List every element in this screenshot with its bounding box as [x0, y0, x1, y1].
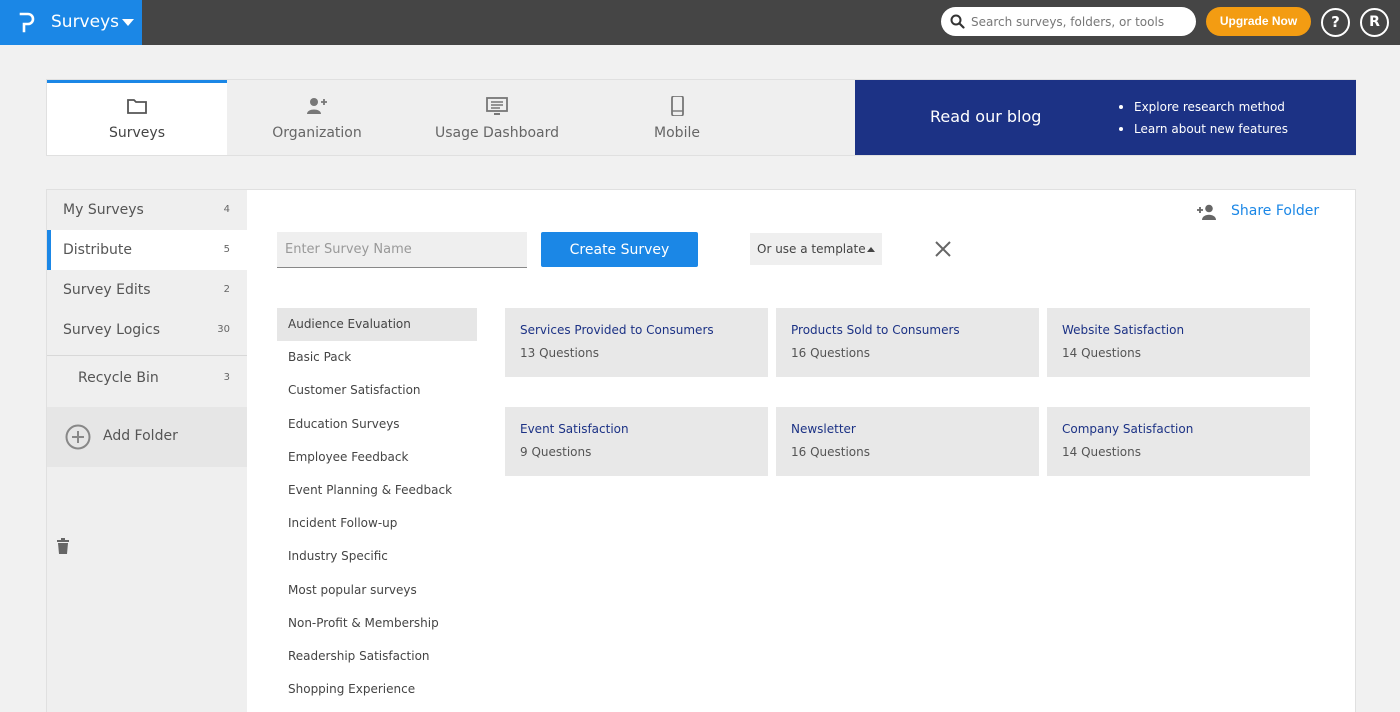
category-item[interactable]: Education Surveys	[277, 408, 477, 441]
add-folder-label: Add Folder	[103, 428, 178, 444]
folder-label: Distribute	[63, 242, 132, 258]
sidebar-item-my-surveys[interactable]: My Surveys 4	[47, 190, 247, 230]
template-title: Website Satisfaction	[1062, 323, 1185, 337]
top-bar: Surveys Upgrade Now ? R	[0, 0, 1400, 45]
category-item[interactable]: Incident Follow-up	[277, 507, 477, 540]
chevron-down-icon	[122, 19, 134, 26]
folder-label: Recycle Bin	[78, 370, 159, 386]
tab-organization[interactable]: Organization	[227, 80, 407, 155]
template-card[interactable]: Products Sold to Consumers 16 Questions	[776, 308, 1039, 377]
blog-bullet: Learn about new features	[1119, 121, 1288, 143]
folder-count: 5	[223, 244, 230, 255]
category-item[interactable]: Readership Satisfaction	[277, 640, 477, 673]
close-icon[interactable]	[935, 241, 951, 257]
tab-surveys[interactable]: Surveys	[47, 80, 227, 155]
main-panel: My Surveys 4 Distribute 5 Survey Edits 2…	[46, 189, 1356, 712]
template-dropdown[interactable]: Or use a template	[750, 233, 882, 265]
category-item[interactable]: Audience Evaluation	[277, 308, 477, 342]
sidebar: My Surveys 4 Distribute 5 Survey Edits 2…	[47, 190, 247, 712]
folder-count: 4	[223, 204, 230, 215]
category-item[interactable]: Event Planning & Feedback	[277, 474, 477, 507]
template-title: Newsletter	[791, 422, 856, 436]
template-card[interactable]: Event Satisfaction 9 Questions	[505, 407, 768, 476]
folder-count: 30	[217, 324, 230, 335]
template-card[interactable]: Website Satisfaction 14 Questions	[1047, 308, 1310, 377]
divider	[47, 355, 247, 356]
folder-icon	[127, 99, 147, 114]
help-button[interactable]: ?	[1321, 8, 1350, 37]
template-questions: 9 Questions	[520, 445, 592, 459]
tab-mobile[interactable]: Mobile	[587, 80, 767, 155]
add-folder-button[interactable]: Add Folder	[47, 407, 247, 467]
template-title: Products Sold to Consumers	[791, 323, 960, 337]
template-questions: 14 Questions	[1062, 346, 1142, 360]
category-item[interactable]: Basic Pack	[277, 341, 477, 374]
sidebar-item-recycle-bin[interactable]: Recycle Bin 3	[47, 358, 247, 554]
blog-bullet: Explore research method	[1119, 99, 1288, 121]
create-survey-button[interactable]: Create Survey	[541, 232, 698, 267]
mobile-icon	[671, 96, 684, 116]
template-title: Company Satisfaction	[1062, 422, 1194, 436]
folder-count: 2	[223, 284, 230, 295]
template-questions: 13 Questions	[520, 346, 600, 360]
template-title: Services Provided to Consumers	[520, 323, 714, 337]
folder-label: Survey Edits	[63, 282, 151, 298]
nav-card: Surveys Organization Usage Dashboard Mob…	[46, 79, 1356, 156]
search-input[interactable]	[971, 11, 1186, 32]
logo-icon	[19, 12, 35, 33]
search-icon	[950, 14, 965, 29]
template-card[interactable]: Company Satisfaction 14 Questions	[1047, 407, 1310, 476]
upgrade-button[interactable]: Upgrade Now	[1206, 7, 1311, 36]
tab-label: Organization	[272, 125, 362, 141]
app-name: Surveys	[51, 12, 119, 32]
trash-icon	[57, 538, 69, 554]
app-switcher[interactable]: Surveys	[0, 0, 142, 45]
template-questions: 16 Questions	[791, 346, 871, 360]
template-questions: 16 Questions	[791, 445, 871, 459]
search-box	[941, 7, 1196, 36]
category-item[interactable]: Non-Profit & Membership	[277, 607, 477, 640]
template-label: Or use a template	[757, 242, 866, 256]
tab-usage-dashboard[interactable]: Usage Dashboard	[407, 80, 587, 155]
folder-label: My Surveys	[63, 202, 144, 218]
survey-name-input[interactable]	[277, 232, 527, 268]
category-item[interactable]: Most popular surveys	[277, 574, 477, 607]
share-folder-label: Share Folder	[1231, 203, 1320, 219]
category-item[interactable]: Customer Satisfaction	[277, 374, 477, 407]
add-user-icon	[307, 98, 327, 114]
blog-banner[interactable]: Read our blog Explore research method Le…	[855, 80, 1356, 155]
template-questions: 14 Questions	[1062, 445, 1142, 459]
blog-bullets: Explore research method Learn about new …	[1119, 99, 1288, 143]
folder-count: 3	[223, 372, 230, 383]
template-card[interactable]: Newsletter 16 Questions	[776, 407, 1039, 476]
category-item[interactable]: Industry Specific	[277, 540, 477, 573]
tab-label: Usage Dashboard	[434, 125, 560, 141]
sidebar-item-distribute[interactable]: Distribute 5	[47, 230, 247, 270]
monitor-icon	[486, 97, 508, 115]
template-title: Event Satisfaction	[520, 422, 629, 436]
blog-title: Read our blog	[930, 107, 1042, 126]
category-item[interactable]: Employee Feedback	[277, 441, 477, 474]
tab-label: Surveys	[109, 125, 165, 141]
sidebar-item-survey-logics[interactable]: Survey Logics 30	[47, 310, 247, 350]
template-card[interactable]: Services Provided to Consumers 13 Questi…	[505, 308, 768, 377]
category-list: Audience Evaluation Basic Pack Customer …	[277, 308, 477, 706]
tab-label: Mobile	[654, 125, 700, 141]
category-item[interactable]: Shopping Experience	[277, 673, 477, 706]
folder-label: Survey Logics	[63, 322, 161, 338]
user-avatar[interactable]: R	[1360, 8, 1389, 37]
caret-up-icon	[867, 247, 875, 252]
add-circle-icon	[65, 424, 91, 450]
sidebar-item-survey-edits[interactable]: Survey Edits 2	[47, 270, 247, 310]
add-user-icon	[1197, 204, 1216, 220]
